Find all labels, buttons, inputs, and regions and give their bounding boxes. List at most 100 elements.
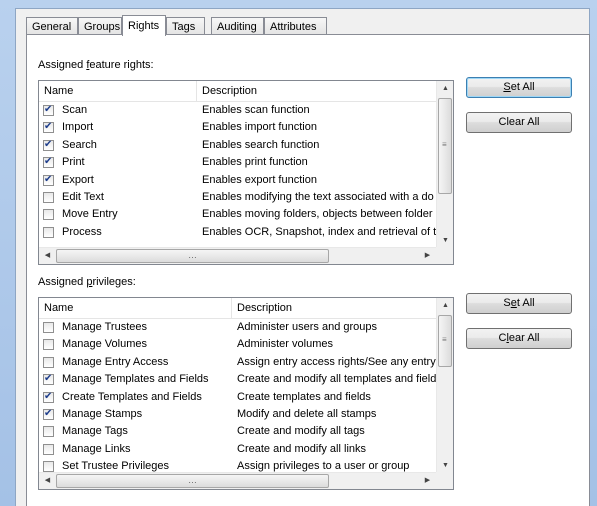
item-name: Edit Text	[62, 190, 104, 203]
item-description: Enables search function	[202, 138, 320, 151]
checkbox-checked[interactable]	[43, 372, 54, 386]
item-name: Manage Volumes	[62, 338, 147, 351]
item-description: Enables moving folders, objects between …	[202, 208, 433, 221]
list-item[interactable]: Move Entry Enables moving folders, object…	[39, 206, 436, 223]
item-description: Administer users and groups	[237, 321, 378, 333]
checkbox-checked[interactable]	[43, 173, 54, 187]
checkbox-checked[interactable]	[43, 103, 54, 117]
checkbox-checked[interactable]	[43, 138, 54, 152]
checkbox-checked[interactable]	[43, 407, 54, 421]
list-item[interactable]: Manage Entry Access Assign entry access r…	[39, 354, 436, 371]
item-name: Scan	[62, 104, 88, 116]
item-description: Create and modify all templates and fiel…	[237, 373, 437, 386]
list-item[interactable]: Import Enables import function	[39, 119, 436, 136]
item-description: Enables import function	[202, 121, 317, 134]
column-header-description[interactable]: Description	[232, 298, 438, 318]
list-item[interactable]: Create Templates and Fields Create templa…	[39, 389, 436, 406]
list-item[interactable]: Manage Tags Create and modify all tags	[39, 423, 436, 440]
checkbox-unchecked[interactable]	[43, 226, 54, 238]
checkbox-unchecked[interactable]	[43, 209, 54, 221]
list-item[interactable]: Manage Trustees Administer users and grou…	[39, 319, 436, 336]
scroll-left-arrow-icon[interactable]: ◀	[39, 248, 56, 264]
checkbox-unchecked[interactable]	[43, 191, 54, 203]
scroll-right-arrow-icon[interactable]: ▶	[419, 473, 436, 489]
item-description: Modify and delete all stamps	[237, 407, 377, 420]
scroll-thumb[interactable]: ≡	[438, 315, 452, 367]
privileges-list[interactable]: Name Description Manage Trustees Administ…	[38, 297, 454, 490]
feature-rights-header: Name Description	[39, 81, 436, 102]
tab-general[interactable]: General	[26, 17, 78, 35]
list-item[interactable]: Print Enables print function	[39, 154, 436, 171]
column-header-name[interactable]: Name	[39, 81, 197, 101]
list-item[interactable]: Process Enables OCR, Snapshot, index and …	[39, 224, 436, 241]
checkbox-checked[interactable]	[43, 390, 54, 404]
tab-auditing[interactable]: Auditing	[211, 17, 264, 35]
item-description: Enables scan function	[202, 104, 310, 116]
item-name: Import	[62, 121, 94, 134]
tab-rights[interactable]: Rights	[122, 15, 166, 36]
checkbox-unchecked[interactable]	[43, 461, 54, 473]
privileges-hscrollbar[interactable]: ◀ … ▶	[39, 472, 436, 489]
checkbox-unchecked[interactable]	[43, 356, 54, 368]
scroll-corner	[436, 247, 453, 264]
scroll-up-arrow-icon[interactable]: ▲	[437, 81, 453, 97]
feature-rights-vscrollbar[interactable]: ▲ ≡ ▼	[436, 81, 453, 249]
checkbox-checked[interactable]	[43, 155, 54, 169]
list-item[interactable]: Manage Stamps Modify and delete all stamp…	[39, 406, 436, 423]
list-item[interactable]: Search Enables search function	[39, 137, 436, 154]
privileges-rows: Manage Trustees Administer users and grou…	[39, 319, 436, 476]
checkbox-checked[interactable]	[43, 120, 54, 134]
list-item[interactable]: Edit Text Enables modifying the text asso…	[39, 189, 436, 206]
item-name: Manage Templates and Fields	[62, 373, 209, 386]
scroll-corner	[436, 472, 453, 489]
item-description: Administer volumes	[237, 338, 333, 351]
tab-tags[interactable]: Tags	[166, 17, 205, 35]
list-item[interactable]: Manage Volumes Administer volumes	[39, 336, 436, 353]
item-description: Enables modifying the text associated wi…	[202, 190, 434, 203]
privileges-clear-all-button[interactable]: Clear All	[466, 328, 572, 349]
item-name: Process	[62, 225, 102, 238]
privileges-label: Assigned privileges:	[38, 276, 136, 288]
item-name: Manage Entry Access	[62, 355, 169, 368]
privileges-header: Name Description	[39, 298, 436, 319]
scroll-left-arrow-icon[interactable]: ◀	[39, 473, 56, 489]
item-description: Assign entry access rights/See any entry	[237, 355, 436, 368]
feature-rights-list[interactable]: Name Description Scan Enables scan functi…	[38, 80, 454, 265]
feature-clear-all-button[interactable]: Clear All	[466, 112, 572, 133]
column-header-description[interactable]: Description	[197, 81, 438, 101]
item-description: Create and modify all links	[237, 442, 367, 455]
item-description: Enables OCR, Snapshot, index and retriev…	[202, 225, 437, 238]
checkbox-unchecked[interactable]	[43, 322, 54, 333]
checkbox-unchecked[interactable]	[43, 443, 54, 455]
item-description: Create and modify all tags	[237, 425, 365, 438]
item-name: Export	[62, 173, 94, 186]
item-name: Create Templates and Fields	[62, 390, 202, 403]
privileges-set-all-button[interactable]: Set All	[466, 293, 572, 314]
feature-rights-hscrollbar[interactable]: ◀ … ▶	[39, 247, 436, 264]
feature-set-all-button[interactable]: Set All	[466, 77, 572, 98]
item-name: Search	[62, 138, 97, 151]
list-item[interactable]: Manage Templates and Fields Create and mo…	[39, 371, 436, 388]
tab-groups[interactable]: Groups	[78, 17, 122, 35]
list-item[interactable]: Scan Enables scan function	[39, 102, 436, 119]
scroll-thumb[interactable]: …	[56, 474, 329, 488]
item-name: Manage Stamps	[62, 407, 143, 420]
column-header-name[interactable]: Name	[39, 298, 232, 318]
scroll-right-arrow-icon[interactable]: ▶	[419, 248, 436, 264]
feature-rights-label: Assigned feature rights:	[38, 59, 154, 71]
tab-attributes[interactable]: Attributes	[264, 17, 327, 35]
feature-rights-rows: Scan Enables scan function Import Enables i…	[39, 102, 436, 241]
scroll-up-arrow-icon[interactable]: ▲	[437, 298, 453, 314]
item-description: Enables print function	[202, 156, 308, 169]
privileges-vscrollbar[interactable]: ▲ ≡ ▼	[436, 298, 453, 474]
scroll-thumb[interactable]: ≡	[438, 98, 452, 194]
scroll-thumb[interactable]: …	[56, 249, 329, 263]
checkbox-unchecked[interactable]	[43, 339, 54, 351]
item-description: Enables export function	[202, 173, 317, 186]
list-item[interactable]: Manage Links Create and modify all links	[39, 441, 436, 458]
checkbox-unchecked[interactable]	[43, 426, 54, 438]
list-item[interactable]: Export Enables export function	[39, 172, 436, 189]
item-name: Manage Tags	[62, 425, 128, 438]
item-name: Manage Links	[62, 442, 131, 455]
item-name: Manage Trustees	[62, 321, 147, 333]
